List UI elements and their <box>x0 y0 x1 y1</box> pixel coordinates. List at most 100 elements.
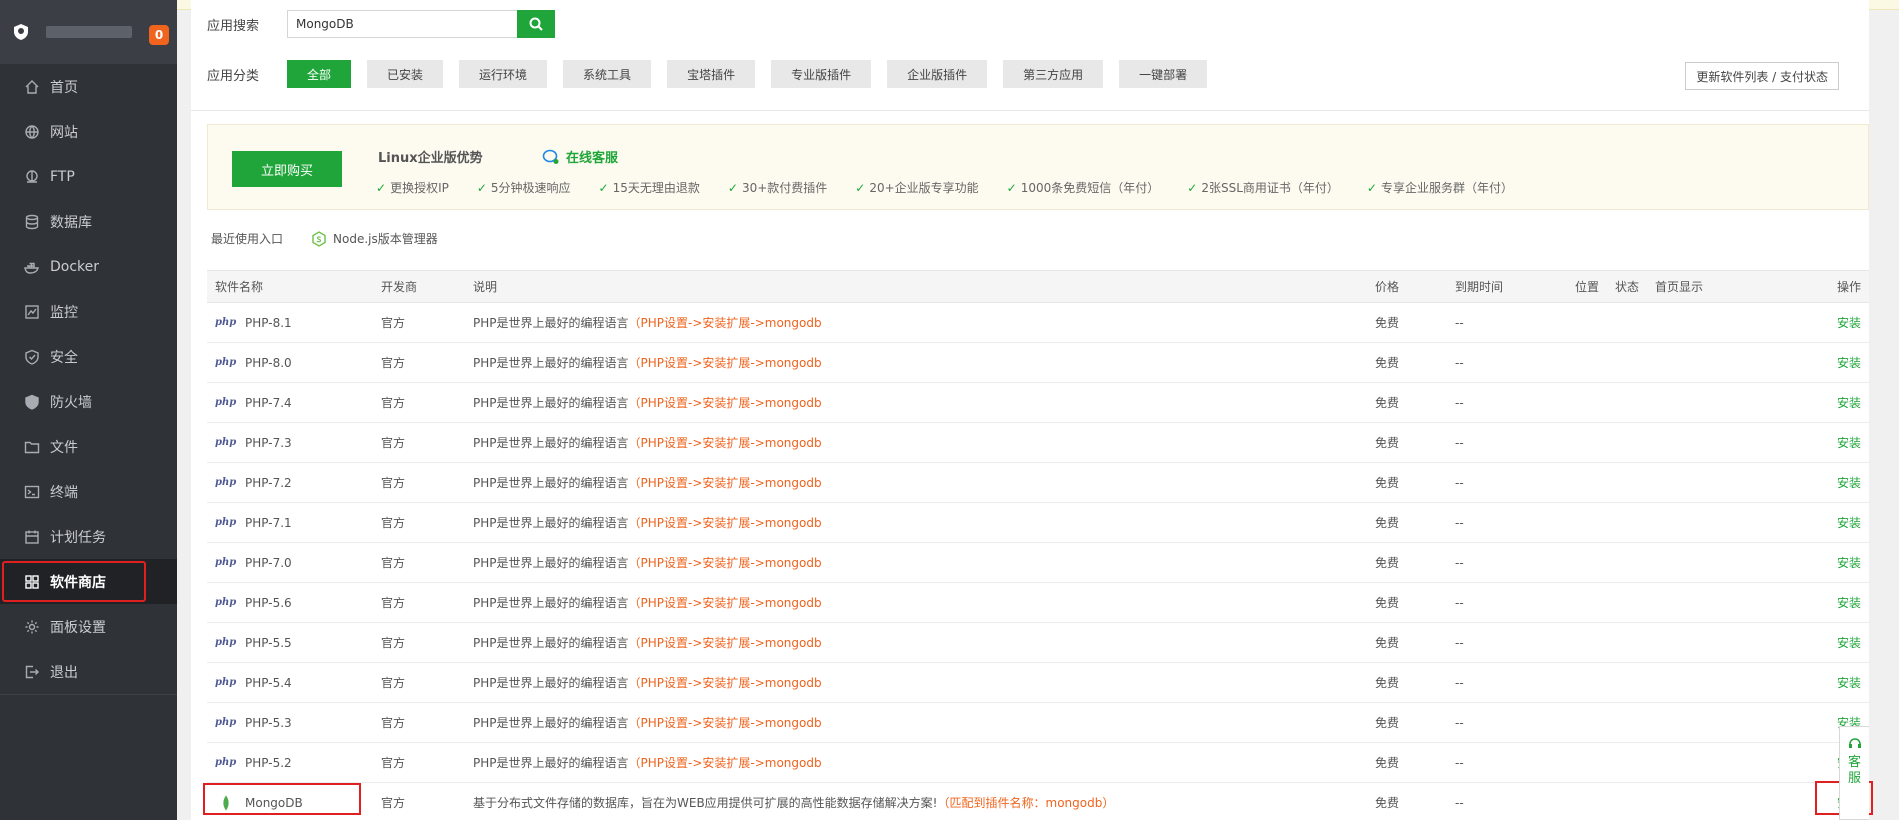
install-link[interactable]: 安装 <box>1837 396 1861 410</box>
feature-text: 15天无理由退款 <box>612 181 700 195</box>
category-tab-installed[interactable]: 已安装 <box>367 60 444 88</box>
table-row: php PHP-7.0 官方 PHP是世界上最好的编程语言（PHP设置->安装扩展->… <box>207 542 1869 583</box>
floating-service-button[interactable]: 客 服 <box>1839 726 1869 820</box>
cell-status <box>1607 502 1647 543</box>
install-link[interactable]: 安装 <box>1837 636 1861 650</box>
table-row: php PHP-7.4 官方 PHP是世界上最好的编程语言（PHP设置->安装扩展->… <box>207 382 1869 423</box>
software-name: PHP-7.1 <box>245 515 292 530</box>
cell-description: PHP是世界上最好的编程语言（PHP设置->安装扩展->mongodb <box>465 302 1367 343</box>
software-name: PHP-7.3 <box>245 435 292 450</box>
sidebar-item-monitor[interactable]: 监控 <box>0 289 177 334</box>
feature-text: 30+款付费插件 <box>741 181 828 195</box>
php-icon: php <box>215 597 237 608</box>
cell-position <box>1567 502 1607 543</box>
search-button[interactable] <box>517 10 555 38</box>
cell-expire: -- <box>1447 302 1567 343</box>
table-row: php PHP-8.1 官方 PHP是世界上最好的编程语言（PHP设置->安装扩展->… <box>207 302 1869 343</box>
cell-name: MongoDB <box>203 782 373 820</box>
buy-now-button[interactable]: 立即购买 <box>232 151 342 187</box>
sidebar-item-label: 计划任务 <box>50 529 106 546</box>
sidebar-item-firewall[interactable]: 防火墙 <box>0 379 177 424</box>
cell-name: php PHP-8.0 <box>207 342 373 383</box>
sidebar-item-settings[interactable]: 面板设置 <box>0 604 177 649</box>
recent-item-nodejs[interactable]: Node.js版本管理器 <box>311 230 438 247</box>
sidebar-item-docker[interactable]: Docker <box>0 244 177 289</box>
install-link[interactable]: 安装 <box>1837 356 1861 370</box>
install-link[interactable]: 安装 <box>1837 436 1861 450</box>
category-tab-system-tools[interactable]: 系统工具 <box>563 60 652 88</box>
feature-text: 更换授权IP <box>390 181 449 195</box>
search-row: 应用搜索 <box>207 10 555 38</box>
cell-status <box>1607 462 1647 503</box>
table-header-row: 软件名称 开发商 说明 价格 到期时间 位置 状态 首页显示 操作 <box>207 270 1869 303</box>
cell-price: 免费 <box>1367 662 1447 703</box>
col-header-description: 说明 <box>465 270 1367 303</box>
category-tab-pro-plugins[interactable]: 专业版插件 <box>771 60 872 88</box>
cell-homepage <box>1647 302 1807 343</box>
desc-hint: （PHP设置->安装扩展->mongodb <box>628 436 822 450</box>
online-service-link[interactable]: 在线客服 <box>542 147 618 166</box>
cell-expire: -- <box>1447 502 1567 543</box>
feature-item: ✓ 2张SSL商用证书（年付） <box>1187 179 1339 196</box>
sidebar-item-security[interactable]: 安全 <box>0 334 177 379</box>
highlight-box <box>2 561 146 602</box>
sidebar-item-logout[interactable]: 退出 <box>0 649 177 694</box>
cell-position <box>1567 462 1607 503</box>
sidebar-item-home[interactable]: 首页 <box>0 64 177 109</box>
sidebar-item-cron[interactable]: 计划任务 <box>0 514 177 559</box>
category-tab-bt-plugins[interactable]: 宝塔插件 <box>667 60 756 88</box>
category-tab-third-party[interactable]: 第三方应用 <box>1003 60 1104 88</box>
desc-hint: （PHP设置->安装扩展->mongodb <box>628 476 822 490</box>
php-icon: php <box>215 317 237 328</box>
recent-label: 最近使用入口 <box>211 232 284 246</box>
sidebar-item-label: 安全 <box>50 349 78 366</box>
sidebar-item-ftp[interactable]: FTP <box>0 154 177 199</box>
cell-action: 安装 <box>1807 462 1869 503</box>
cell-name: php PHP-5.3 <box>207 702 373 743</box>
message-badge[interactable]: 0 <box>149 25 169 45</box>
search-input[interactable] <box>287 10 517 38</box>
cell-position <box>1567 582 1607 623</box>
cell-expire: -- <box>1447 542 1567 583</box>
category-tab-all[interactable]: 全部 <box>287 60 352 88</box>
install-link[interactable]: 安装 <box>1837 556 1861 570</box>
install-link[interactable]: 安装 <box>1837 476 1861 490</box>
terminal-icon <box>24 484 40 500</box>
desc-hint: （PHP设置->安装扩展->mongodb <box>628 316 822 330</box>
cell-developer: 官方 <box>373 462 465 503</box>
install-link[interactable]: 安装 <box>1837 676 1861 690</box>
col-header-name: 软件名称 <box>207 270 373 303</box>
sidebar-item-store[interactable]: 软件商店 <box>0 559 177 604</box>
software-name: PHP-7.4 <box>245 395 292 410</box>
globe-icon <box>24 124 40 140</box>
cell-developer: 官方 <box>373 782 465 820</box>
install-link[interactable]: 安装 <box>1837 596 1861 610</box>
sidebar-item-website[interactable]: 网站 <box>0 109 177 154</box>
cell-homepage <box>1647 422 1807 463</box>
category-label: 应用分类 <box>207 68 260 84</box>
php-icon: php <box>215 357 237 368</box>
sidebar-item-files[interactable]: 文件 <box>0 424 177 469</box>
desc-text: PHP是世界上最好的编程语言 <box>473 396 629 410</box>
cell-homepage <box>1647 702 1807 743</box>
category-tab-runtime[interactable]: 运行环境 <box>459 60 548 88</box>
category-tab-one-click[interactable]: 一键部署 <box>1119 60 1208 88</box>
check-icon: ✓ <box>376 180 387 195</box>
sidebar-item-label: 防火墙 <box>50 394 92 411</box>
sidebar-item-terminal[interactable]: 终端 <box>0 469 177 514</box>
cell-expire: -- <box>1447 382 1567 423</box>
update-list-button[interactable]: 更新软件列表 / 支付状态 <box>1685 62 1839 90</box>
sidebar-item-database[interactable]: 数据库 <box>0 199 177 244</box>
install-link[interactable]: 安装 <box>1837 316 1861 330</box>
cell-developer: 官方 <box>373 382 465 423</box>
cell-name: php PHP-7.4 <box>207 382 373 423</box>
table-row: php PHP-7.1 官方 PHP是世界上最好的编程语言（PHP设置->安装扩展->… <box>207 502 1869 543</box>
install-link[interactable]: 安装 <box>1837 516 1861 530</box>
cell-expire: -- <box>1447 702 1567 743</box>
check-icon: ✓ <box>1187 180 1198 195</box>
cell-name: php PHP-5.4 <box>207 662 373 703</box>
cell-description: PHP是世界上最好的编程语言（PHP设置->安装扩展->mongodb <box>465 742 1367 783</box>
category-tab-enterprise-plugins[interactable]: 企业版插件 <box>887 60 988 88</box>
cell-homepage <box>1647 342 1807 383</box>
sidebar-nav: 首页 网站 FTP 数据库 Docker 监控 安全 防火墙 文件 终端 计划任… <box>0 64 177 694</box>
